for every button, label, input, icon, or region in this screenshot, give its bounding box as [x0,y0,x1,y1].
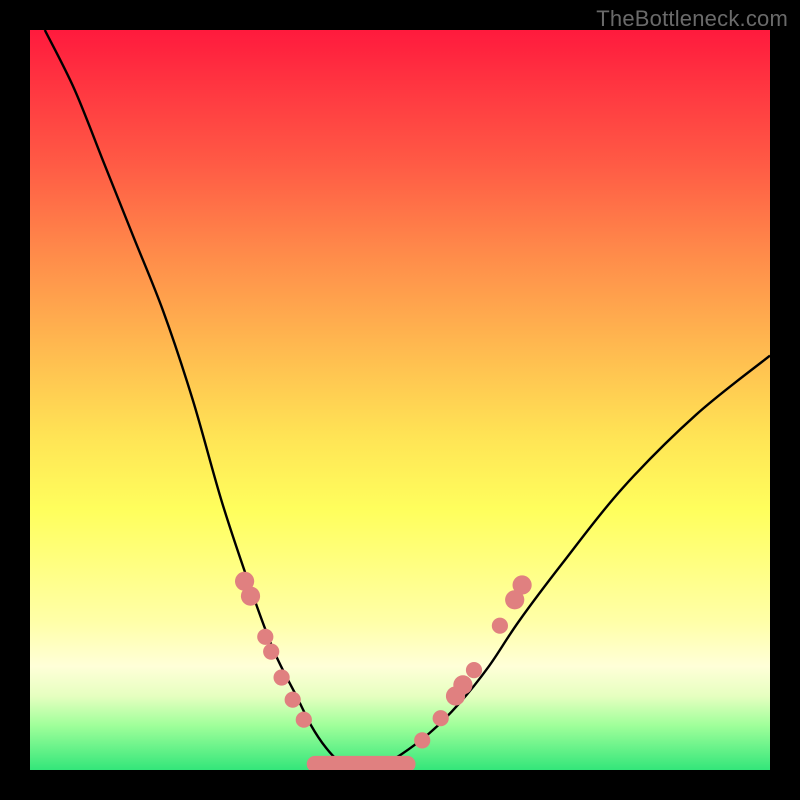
curve-group [45,30,770,767]
data-dot [241,587,260,606]
data-dots [235,572,532,749]
data-dot [296,712,312,728]
data-dot [274,669,290,685]
bottleneck-curve [45,30,770,767]
data-dot [492,618,508,634]
data-dot [466,662,482,678]
chart-svg [30,30,770,770]
data-dot [513,575,532,594]
data-dot [285,692,301,708]
data-dot [453,675,472,694]
data-dot [263,644,279,660]
data-dot [257,629,273,645]
plot-area [30,30,770,770]
chart-frame: TheBottleneck.com [0,0,800,800]
data-dot [414,732,430,748]
data-dot [433,710,449,726]
watermark-text: TheBottleneck.com [596,6,788,32]
